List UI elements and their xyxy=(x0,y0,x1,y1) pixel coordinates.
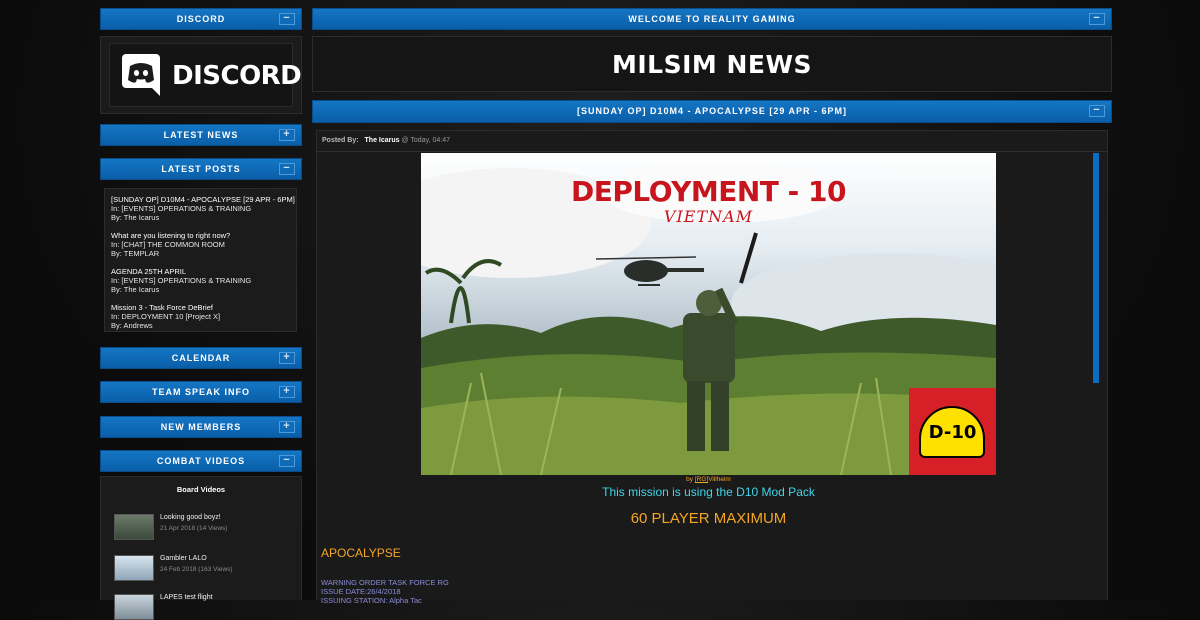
collapse-toggle[interactable]: − xyxy=(1089,105,1105,117)
collapse-toggle[interactable]: − xyxy=(279,163,295,175)
video-meta: 21 Apr 2018 (14 Views) xyxy=(160,525,228,532)
post-forum: In: [EVENTS] OPERATIONS & TRAINING xyxy=(111,204,252,213)
order-line: ISSUING STATION: Alpha Tac xyxy=(321,596,422,605)
video-thumbnail[interactable] xyxy=(114,594,154,620)
post-meta: Posted By: The Icarus @ Today, 04:47 xyxy=(322,137,450,144)
discord-header-title: DISCORD xyxy=(176,14,226,24)
post-title[interactable]: Mission 3 - Task Force DeBrief xyxy=(111,303,220,312)
order-line: WARNING ORDER TASK FORCE RG xyxy=(321,578,449,587)
video-meta: 24 Feb 2018 (163 Views) xyxy=(160,566,233,573)
latest-news-title: LATEST NEWS xyxy=(163,130,239,140)
expand-toggle[interactable]: + xyxy=(279,129,295,141)
discord-logo[interactable]: DISCORD xyxy=(109,43,302,107)
milsim-banner: MILSIM NEWS xyxy=(312,36,1112,92)
video-title[interactable]: Gambler LALO xyxy=(160,555,207,562)
discord-widget: DISCORD xyxy=(100,36,302,114)
welcome-title: WELCOME TO REALITY GAMING xyxy=(628,14,796,24)
post-author: By: The Icarus xyxy=(111,213,160,222)
welcome-header: WELCOME TO REALITY GAMING − xyxy=(312,8,1112,30)
post-forum: In: [CHAT] THE COMMON ROOM xyxy=(111,240,225,249)
post-title[interactable]: AGENDA 25TH APRIL xyxy=(111,267,251,276)
list-item[interactable]: AGENDA 25TH APRIL In: [EVENTS] OPERATION… xyxy=(111,267,251,294)
mission-image: DEPLOYMENT - 10 VIETNAM D-10 xyxy=(421,153,996,475)
modpack-notice: This mission is using the D10 Mod Pack xyxy=(602,485,815,499)
post-author: By: TEMPLAR xyxy=(111,249,160,258)
new-members-title: NEW MEMBERS xyxy=(160,422,242,432)
calendar-header[interactable]: CALENDAR + xyxy=(100,347,302,369)
section-title: APOCALYPSE xyxy=(321,546,401,560)
latest-posts-header: LATEST POSTS − xyxy=(100,158,302,180)
list-item[interactable]: Mission 3 - Task Force DeBrief In: DEPLO… xyxy=(111,303,220,330)
calendar-title: CALENDAR xyxy=(171,353,231,363)
posted-by-label: Posted By: xyxy=(322,137,359,144)
post-divider xyxy=(317,151,1107,152)
topic-header: [SUNDAY OP] D10M4 - APOCALYPSE [29 APR -… xyxy=(312,100,1112,123)
video-thumbnail[interactable] xyxy=(114,514,154,540)
image-credit: by [RG]Villhelm xyxy=(421,476,996,483)
latest-posts-title: LATEST POSTS xyxy=(161,164,241,174)
max-players: 60 PLAYER MAXIMUM xyxy=(630,510,787,527)
discord-header: DISCORD − xyxy=(100,8,302,30)
collapse-toggle[interactable]: − xyxy=(279,455,295,467)
video-title[interactable]: Looking good boyz! xyxy=(160,514,221,521)
list-item[interactable]: [SUNDAY OP] D10M4 - APOCALYPSE [29 APR -… xyxy=(111,195,295,222)
collapse-toggle[interactable]: − xyxy=(279,13,295,25)
latest-posts-list: [SUNDAY OP] D10M4 - APOCALYPSE [29 APR -… xyxy=(104,188,297,332)
latest-news-header[interactable]: LATEST NEWS + xyxy=(100,124,302,146)
discord-icon xyxy=(122,54,160,96)
post-forum: In: DEPLOYMENT 10 [Project X] xyxy=(111,312,221,321)
teamspeak-header[interactable]: TEAM SPEAK INFO + xyxy=(100,381,302,403)
combat-videos-header: COMBAT VIDEOS − xyxy=(100,450,302,472)
post-author: By: Andrews xyxy=(111,321,153,330)
video-thumbnail[interactable] xyxy=(114,555,154,581)
d10-logo-text: D-10 xyxy=(928,422,977,443)
credit-link[interactable]: [RG] xyxy=(695,476,708,483)
discord-logo-text: DISCORD xyxy=(172,61,302,91)
teamspeak-title: TEAM SPEAK INFO xyxy=(151,387,250,397)
author-link[interactable]: The Icarus xyxy=(365,137,400,144)
list-item[interactable]: What are you listening to right now? In:… xyxy=(111,231,230,258)
credit-prefix: by xyxy=(686,476,694,483)
combat-videos-title: COMBAT VIDEOS xyxy=(156,456,246,466)
post-time: @ Today, 04:47 xyxy=(401,137,450,144)
image-title: DEPLOYMENT - 10 xyxy=(571,175,846,208)
post-forum: In: [EVENTS] OPERATIONS & TRAINING xyxy=(111,276,252,285)
image-subtitle: VIETNAM xyxy=(663,207,754,226)
page-title: MILSIM NEWS xyxy=(611,50,813,79)
d10-logo: D-10 xyxy=(909,388,996,475)
post-title[interactable]: [SUNDAY OP] D10M4 - APOCALYPSE [29 APR -… xyxy=(111,195,295,204)
post-author: By: The Icarus xyxy=(111,285,160,294)
board-videos-title: Board Videos xyxy=(176,485,226,494)
expand-toggle[interactable]: + xyxy=(279,352,295,364)
expand-toggle[interactable]: + xyxy=(279,421,295,433)
order-line: ISSUE DATE:26/4/2018 xyxy=(321,587,401,596)
expand-toggle[interactable]: + xyxy=(279,386,295,398)
collapse-toggle[interactable]: − xyxy=(1089,13,1105,25)
scrollbar-thumb[interactable] xyxy=(1093,153,1099,383)
credit-name: Villhelm xyxy=(708,476,731,483)
new-members-header[interactable]: NEW MEMBERS + xyxy=(100,416,302,438)
post-title[interactable]: What are you listening to right now? xyxy=(111,231,230,240)
topic-title[interactable]: [SUNDAY OP] D10M4 - APOCALYPSE [29 APR -… xyxy=(577,106,847,116)
